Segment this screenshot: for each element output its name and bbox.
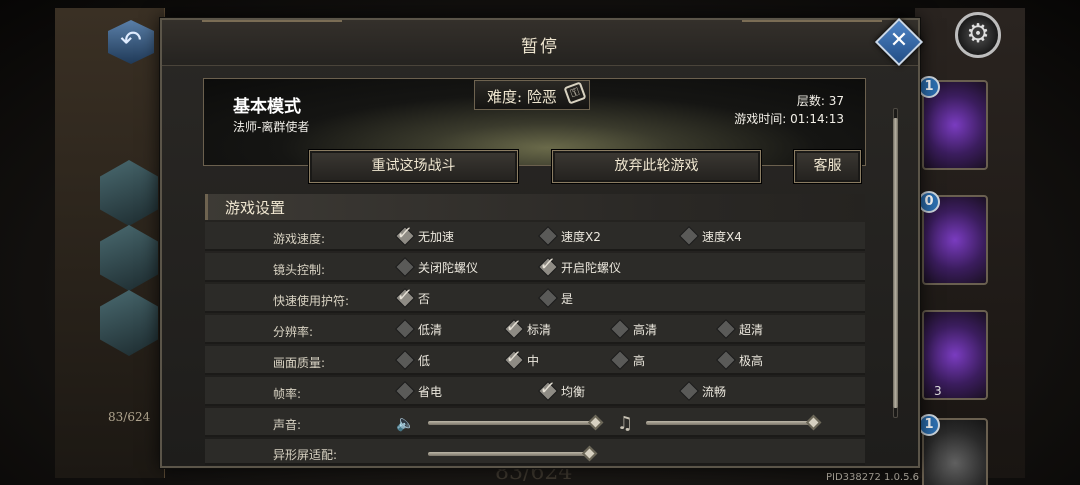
setting-label: 快速使用护符:: [273, 294, 350, 308]
mode-title: 基本模式: [233, 97, 301, 117]
option-label: 速度X4: [702, 230, 742, 244]
option-label: 流畅: [702, 385, 727, 399]
setting-option[interactable]: 高清: [609, 315, 709, 344]
card-cost-badge: 0: [918, 191, 940, 213]
checkmark-icon: ✓: [538, 378, 557, 399]
unchecked-box-icon[interactable]: [539, 227, 557, 245]
setting-option[interactable]: 速度X4: [678, 222, 778, 251]
option-label: 超清: [739, 323, 764, 337]
unchecked-box-icon[interactable]: [396, 382, 414, 400]
unchecked-box-icon[interactable]: [396, 320, 414, 338]
retry-battle-button[interactable]: 重试这场战斗: [309, 150, 518, 183]
unchecked-box-icon[interactable]: [611, 351, 629, 369]
setting-label: 分辨率:: [273, 325, 314, 339]
option-label: 高清: [633, 323, 658, 337]
setting-option[interactable]: 是: [537, 284, 637, 313]
unchecked-box-icon[interactable]: [717, 320, 735, 338]
card[interactable]: 1: [918, 414, 988, 485]
setting-option[interactable]: 高: [609, 346, 709, 375]
unchecked-box-icon[interactable]: [396, 258, 414, 276]
music-note-icon: ♫: [617, 413, 634, 434]
setting-option[interactable]: ✓ 均衡: [537, 377, 637, 406]
card[interactable]: 0: [918, 191, 988, 285]
setting-label: 游戏速度:: [273, 232, 326, 246]
notch-adapt-label: 异形屏适配:: [273, 448, 338, 462]
setting-option[interactable]: ✓ 否: [394, 284, 494, 313]
settings-section-header: [205, 194, 865, 220]
card-cost-badge: 1: [918, 414, 940, 436]
setting-label: 镜头控制:: [273, 263, 326, 277]
customer-service-button[interactable]: 客服: [794, 150, 861, 183]
option-label: 省电: [418, 385, 443, 399]
sound-label: 声音:: [273, 418, 302, 432]
unchecked-box-icon[interactable]: [396, 351, 414, 369]
card-count: 3: [934, 384, 942, 398]
card-cost-badge: 1: [918, 76, 940, 98]
unchecked-box-icon[interactable]: [539, 289, 557, 307]
setting-option[interactable]: ✓ 开启陀螺仪: [537, 253, 637, 282]
setting-option[interactable]: 超清: [715, 315, 815, 344]
deck-count: 83/624: [108, 410, 151, 424]
setting-option[interactable]: 关闭陀螺仪: [394, 253, 494, 282]
dialog-title: 暂停: [521, 37, 559, 57]
option-label: 开启陀螺仪: [561, 261, 622, 275]
close-icon[interactable]: ✕: [882, 25, 916, 59]
setting-option[interactable]: 流畅: [678, 377, 778, 406]
notch-adapt-slider[interactable]: [428, 452, 590, 456]
setting-option[interactable]: 低: [394, 346, 494, 375]
option-label: 极高: [739, 354, 764, 368]
scrollbar-thumb[interactable]: [893, 118, 898, 408]
unchecked-box-icon[interactable]: [717, 351, 735, 369]
setting-option[interactable]: 省电: [394, 377, 494, 406]
option-label: 否: [418, 292, 431, 306]
speaker-icon: 🔈: [396, 414, 415, 432]
character-name: 法师-离群使者: [233, 120, 310, 134]
header-ornament: [202, 20, 342, 30]
checkmark-icon: ✓: [504, 347, 523, 368]
checkmark-icon: ✓: [395, 285, 414, 306]
checkmark-icon: ✓: [395, 223, 414, 244]
setting-option[interactable]: ✓ 无加速: [394, 222, 494, 251]
unchecked-box-icon[interactable]: [680, 382, 698, 400]
option-label: 关闭陀螺仪: [418, 261, 479, 275]
abandon-run-button[interactable]: 放弃此轮游戏: [552, 150, 761, 183]
game-screen: ↶ ⚙ 1 0 3 1 83/624 83/624 PID338272 1.0.…: [0, 0, 1080, 485]
setting-option[interactable]: ✓ 中: [503, 346, 603, 375]
setting-label: 画面质量:: [273, 356, 326, 370]
setting-option[interactable]: 速度X2: [537, 222, 637, 251]
checkmark-icon: ✓: [504, 316, 523, 337]
card[interactable]: 1: [918, 76, 988, 170]
option-label: 无加速: [418, 230, 455, 244]
option-label: 低: [418, 354, 431, 368]
sfx-volume-slider[interactable]: [428, 421, 596, 425]
gear-icon[interactable]: ⚙: [955, 12, 1001, 58]
play-time: 游戏时间: 01:14:13: [734, 112, 844, 126]
music-volume-slider[interactable]: [646, 421, 814, 425]
option-label: 高: [633, 354, 646, 368]
setting-label: 帧率:: [273, 387, 302, 401]
header-ornament: [742, 20, 882, 30]
version-label: PID338272 1.0.5.6: [826, 472, 920, 483]
settings-section-title: 游戏设置: [225, 199, 286, 217]
card[interactable]: 3: [922, 310, 988, 400]
setting-option[interactable]: 低清: [394, 315, 494, 344]
option-label: 均衡: [561, 385, 586, 399]
option-label: 是: [561, 292, 574, 306]
floor-count: 层数: 37: [796, 94, 844, 108]
option-label: 低清: [418, 323, 443, 337]
checkmark-icon: ✓: [538, 254, 557, 275]
setting-option[interactable]: 极高: [715, 346, 815, 375]
setting-option[interactable]: ✓ 标清: [503, 315, 603, 344]
option-label: 标清: [527, 323, 552, 337]
option-label: 速度X2: [561, 230, 601, 244]
unchecked-box-icon[interactable]: [611, 320, 629, 338]
option-label: 中: [527, 354, 540, 368]
unchecked-box-icon[interactable]: [680, 227, 698, 245]
